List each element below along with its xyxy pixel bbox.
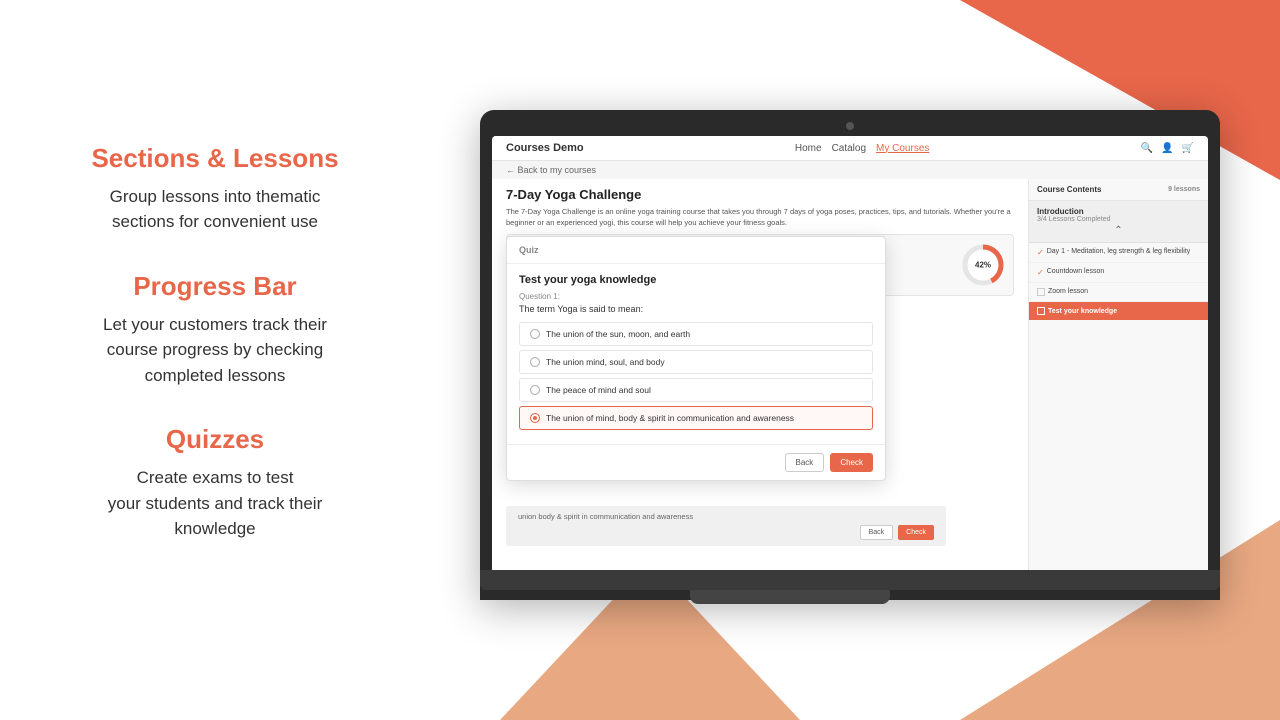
course-description: The 7-Day Yoga Challenge is an online yo… <box>506 207 1014 228</box>
quiz-option-1[interactable]: The union of the sun, moon, and earth <box>519 322 873 346</box>
lesson-check-2: ✓ <box>1037 268 1044 277</box>
quiz-radio-3 <box>530 385 540 395</box>
course-title: 7-Day Yoga Challenge <box>506 187 1014 202</box>
quiz-option-3[interactable]: The peace of mind and soul <box>519 378 873 402</box>
laptop-stand <box>690 590 890 604</box>
course-nav: Courses Demo Home Catalog My Courses 🔍 👤… <box>492 136 1208 161</box>
quiz-behind-footer: Back Check <box>518 525 934 540</box>
quiz-body: Test your yoga knowledge Question 1: The… <box>507 264 885 444</box>
sections-feature: Sections & Lessons Group lessons into th… <box>60 143 370 235</box>
quiz-title: Test your yoga knowledge <box>519 274 873 286</box>
contents-title: Course Contents <box>1037 185 1101 194</box>
left-panel: Sections & Lessons Group lessons into th… <box>0 0 430 720</box>
quiz-radio-2 <box>530 357 540 367</box>
quiz-option-text-3: The peace of mind and soul <box>546 385 651 395</box>
quiz-option-text-4: The union of mind, body & spirit in comm… <box>546 413 794 423</box>
laptop-frame: Courses Demo Home Catalog My Courses 🔍 👤… <box>480 110 1220 600</box>
lesson-checkbox-active <box>1037 307 1045 315</box>
contents-lesson-count: 9 lessons <box>1168 186 1200 193</box>
quiz-footer: Back Check <box>507 444 885 480</box>
quiz-check-button[interactable]: Check <box>830 453 873 472</box>
course-nav-links: Home Catalog My Courses <box>795 143 930 154</box>
lesson-text-active: Test your knowledge <box>1048 308 1117 315</box>
quiz-question-label: Question 1: <box>519 292 873 301</box>
nav-my-courses[interactable]: My Courses <box>876 143 929 154</box>
search-icon[interactable]: 🔍 <box>1141 143 1153 154</box>
quiz-header-label: Quiz <box>507 237 885 264</box>
quiz-behind-check-button[interactable]: Check <box>898 525 934 540</box>
course-nav-icons: 🔍 👤 🛒 <box>1141 143 1194 154</box>
laptop-camera <box>846 122 854 130</box>
intro-title: Introduction <box>1037 207 1200 216</box>
quiz-behind-text: union body & spirit in communication and… <box>518 512 693 521</box>
cart-icon[interactable]: 🛒 <box>1182 143 1194 154</box>
quiz-option-text-2: The union mind, soul, and body <box>546 357 665 367</box>
lesson-text-1: Day 1 - Meditation, leg strength & leg f… <box>1047 248 1191 255</box>
quiz-option-text-1: The union of the sun, moon, and earth <box>546 329 690 339</box>
intro-chevron[interactable]: ⌃ <box>1037 225 1200 236</box>
lesson-item-countdown[interactable]: ✓ Countdown lesson <box>1029 263 1208 283</box>
quiz-behind-back-button[interactable]: Back <box>860 525 894 540</box>
contents-header: Course Contents 9 lessons <box>1029 179 1208 201</box>
lesson-item-active[interactable]: Test your knowledge <box>1029 302 1208 320</box>
course-brand: Courses Demo <box>506 142 584 154</box>
lesson-checkbox-zoom <box>1037 288 1045 296</box>
laptop-base <box>480 570 1220 590</box>
progress-percent-large: 42% <box>975 261 991 270</box>
quiz-option-2[interactable]: The union mind, soul, and body <box>519 350 873 374</box>
sections-title: Sections & Lessons <box>60 143 370 174</box>
quiz-option-4[interactable]: The union of mind, body & spirit in comm… <box>519 406 873 430</box>
progress-donut-large: 42% <box>961 243 1005 287</box>
quizzes-feature: Quizzes Create exams to testyour student… <box>60 424 370 542</box>
nav-catalog[interactable]: Catalog <box>832 143 866 154</box>
quiz-question-text: The term Yoga is said to mean: <box>519 304 873 314</box>
quiz-behind: union body & spirit in communication and… <box>506 506 946 546</box>
intro-section: Introduction 3/4 Lessons Completed ⌃ <box>1029 201 1208 243</box>
quiz-back-button[interactable]: Back <box>785 453 825 472</box>
lesson-check-1: ✓ <box>1037 248 1044 257</box>
user-icon[interactable]: 👤 <box>1161 143 1173 154</box>
progress-desc: Let your customers track theircourse pro… <box>60 312 370 389</box>
progress-feature: Progress Bar Let your customers track th… <box>60 271 370 389</box>
course-contents-panel: Course Contents 9 lessons Introduction 3… <box>1028 179 1208 575</box>
nav-home[interactable]: Home <box>795 143 822 154</box>
lesson-text-3: Zoom lesson <box>1048 288 1088 295</box>
sections-desc: Group lessons into thematicsections for … <box>60 184 370 235</box>
quiz-radio-1 <box>530 329 540 339</box>
laptop-area: Courses Demo Home Catalog My Courses 🔍 👤… <box>420 80 1280 680</box>
quizzes-title: Quizzes <box>60 424 370 455</box>
lesson-item-day1[interactable]: ✓ Day 1 - Meditation, leg strength & leg… <box>1029 243 1208 263</box>
back-to-courses[interactable]: ← Back to my courses <box>492 161 1208 179</box>
quiz-modal: Quiz Test your yoga knowledge Question 1… <box>506 236 886 481</box>
lesson-item-zoom[interactable]: Zoom lesson <box>1029 283 1208 302</box>
lesson-text-2: Countdown lesson <box>1047 268 1105 275</box>
laptop-screen: Courses Demo Home Catalog My Courses 🔍 👤… <box>492 136 1208 582</box>
progress-title: Progress Bar <box>60 271 370 302</box>
quizzes-desc: Create exams to testyour students and tr… <box>60 465 370 542</box>
intro-subtitle: 3/4 Lessons Completed <box>1037 216 1200 223</box>
quiz-radio-4 <box>530 413 540 423</box>
